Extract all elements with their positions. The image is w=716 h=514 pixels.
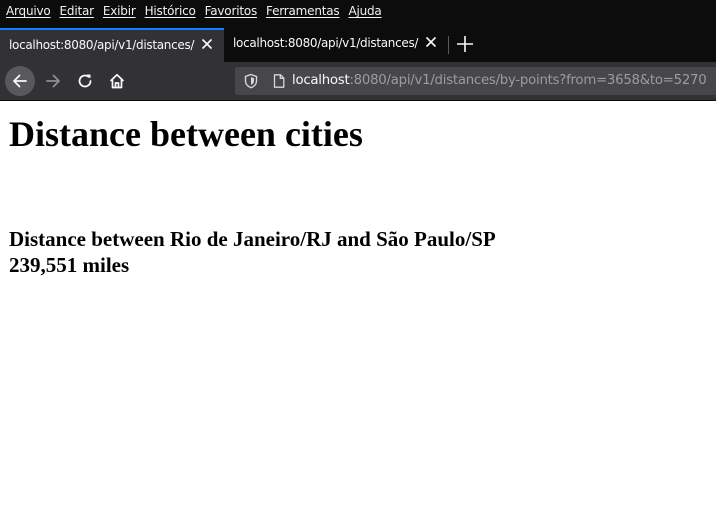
close-icon[interactable] [199,36,215,52]
menu-historico[interactable]: Histórico [145,4,196,18]
tab-inactive[interactable]: localhost:8080/api/v1/distances/by [224,28,448,62]
url-bar[interactable]: localhost:8080/api/v1/distances/by-point… [235,67,716,95]
tab-title: localhost:8080/api/v1/distances/by [233,36,419,50]
url-path: :8080/api/v1/distances/by-points?from=36… [349,73,707,88]
menu-exibir[interactable]: Exibir [103,4,136,18]
url-host: localhost [292,73,350,88]
page-title: Distance between cities [9,114,363,154]
menu-ajuda[interactable]: Ajuda [348,4,381,18]
menu-bar: Arquivo Editar Exibir Histórico Favorito… [0,0,716,22]
home-icon[interactable] [102,66,132,96]
plus-icon[interactable] [455,34,475,54]
forward-arrow-icon[interactable] [38,66,68,96]
menu-editar[interactable]: Editar [60,4,95,18]
menu-favoritos[interactable]: Favoritos [205,4,258,18]
page-content: Distance between cities Distance between… [0,101,716,514]
tab-active[interactable]: localhost:8080/api/v1/distances/by [0,28,224,62]
navigation-bar: localhost:8080/api/v1/distances/by-point… [0,62,716,101]
reload-icon[interactable] [70,66,100,96]
page-icon[interactable] [271,73,287,89]
url-text[interactable]: localhost:8080/api/v1/distances/by-point… [292,73,707,88]
tab-separator [448,36,449,54]
tab-title: localhost:8080/api/v1/distances/by [9,38,195,52]
shield-icon[interactable] [243,73,259,89]
close-icon[interactable] [423,34,439,50]
tab-bar: localhost:8080/api/v1/distances/by local… [0,28,716,62]
distance-value: 239,551 miles [9,253,130,277]
distance-heading: Distance between Rio de Janeiro/RJ and S… [9,227,496,251]
back-arrow-icon[interactable] [5,66,35,96]
menu-ferramentas[interactable]: Ferramentas [266,4,340,18]
menu-arquivo[interactable]: Arquivo [6,4,51,18]
browser-chrome: Arquivo Editar Exibir Histórico Favorito… [0,0,716,101]
